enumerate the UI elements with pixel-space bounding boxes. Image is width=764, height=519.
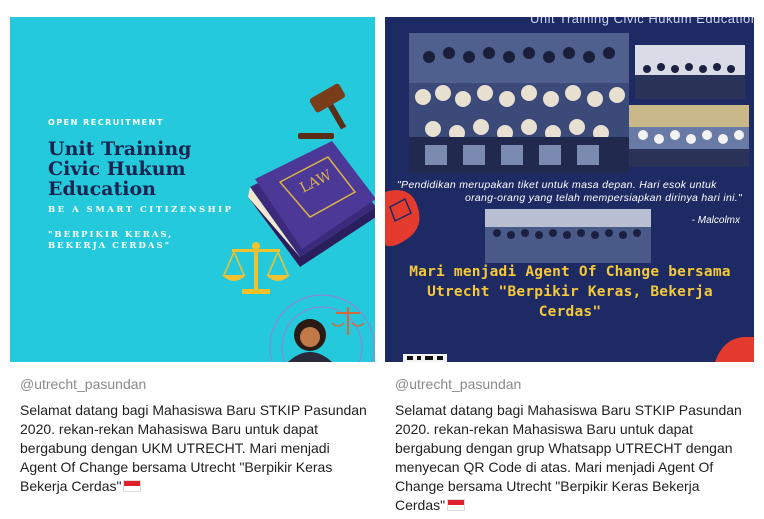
small-group-photo: [485, 209, 651, 263]
poster-tagline: BE A SMART CITIZENSHIP: [48, 205, 234, 215]
post-caption: Selamat datang bagi Mahasiswa Baru STKIP…: [20, 401, 375, 496]
poster-title: Unit Training Civic Hukum Education: [48, 138, 192, 200]
poster-quote-line: orang-orang yang telah mempersiapkan dir…: [464, 192, 742, 204]
person-illustration: [269, 294, 375, 362]
post-image[interactable]: LAW OPEN RECRUITMENT Unit Training Civic…: [10, 17, 375, 362]
post-card[interactable]: Unit Training Civic Hukum Education "Pen…: [385, 17, 754, 515]
post-image[interactable]: Unit Training Civic Hukum Education "Pen…: [385, 17, 754, 362]
poster-quote-line: "Pendidikan merupakan tiket untuk masa d…: [397, 179, 717, 191]
post-caption-text: Selamat datang bagi Mahasiswa Baru STKIP…: [395, 402, 742, 513]
poster-headline: Mari menjadi Agent Of Change bersama Utr…: [409, 264, 731, 320]
post-caption-text: Selamat datang bagi Mahasiswa Baru STKIP…: [20, 402, 367, 494]
poster-quote-author: - Malcolmx: [691, 215, 740, 226]
poster-recruit-label: OPEN RECRUITMENT: [48, 118, 164, 127]
poster-quote: "Pendidikan merupakan tiket untuk masa d…: [397, 179, 747, 205]
poster-quote: "BERPIKIR KERAS, BEKERJA CERDAS": [48, 230, 174, 251]
post-caption: Selamat datang bagi Mahasiswa Baru STKIP…: [395, 401, 754, 515]
side-photo: [629, 105, 749, 167]
poster-top-text: Unit Training Civic Hukum Education: [530, 17, 754, 26]
decorative-blob: [715, 337, 754, 362]
group-photo: [409, 33, 629, 173]
post-meta: @utrecht_pasundan Selamat datang bagi Ma…: [385, 362, 754, 515]
scales-icon: [222, 242, 290, 294]
post-handle[interactable]: @utrecht_pasundan: [395, 376, 754, 392]
gavel-icon: [298, 83, 347, 139]
post-card[interactable]: LAW OPEN RECRUITMENT Unit Training Civic…: [10, 17, 375, 496]
side-photo: [635, 45, 745, 99]
post-handle[interactable]: @utrecht_pasundan: [20, 376, 375, 392]
indonesia-flag-icon: [447, 499, 466, 511]
post-meta: @utrecht_pasundan Selamat datang bagi Ma…: [10, 362, 375, 496]
indonesia-flag-icon: [123, 480, 142, 492]
law-book-icon: LAW: [248, 141, 375, 267]
